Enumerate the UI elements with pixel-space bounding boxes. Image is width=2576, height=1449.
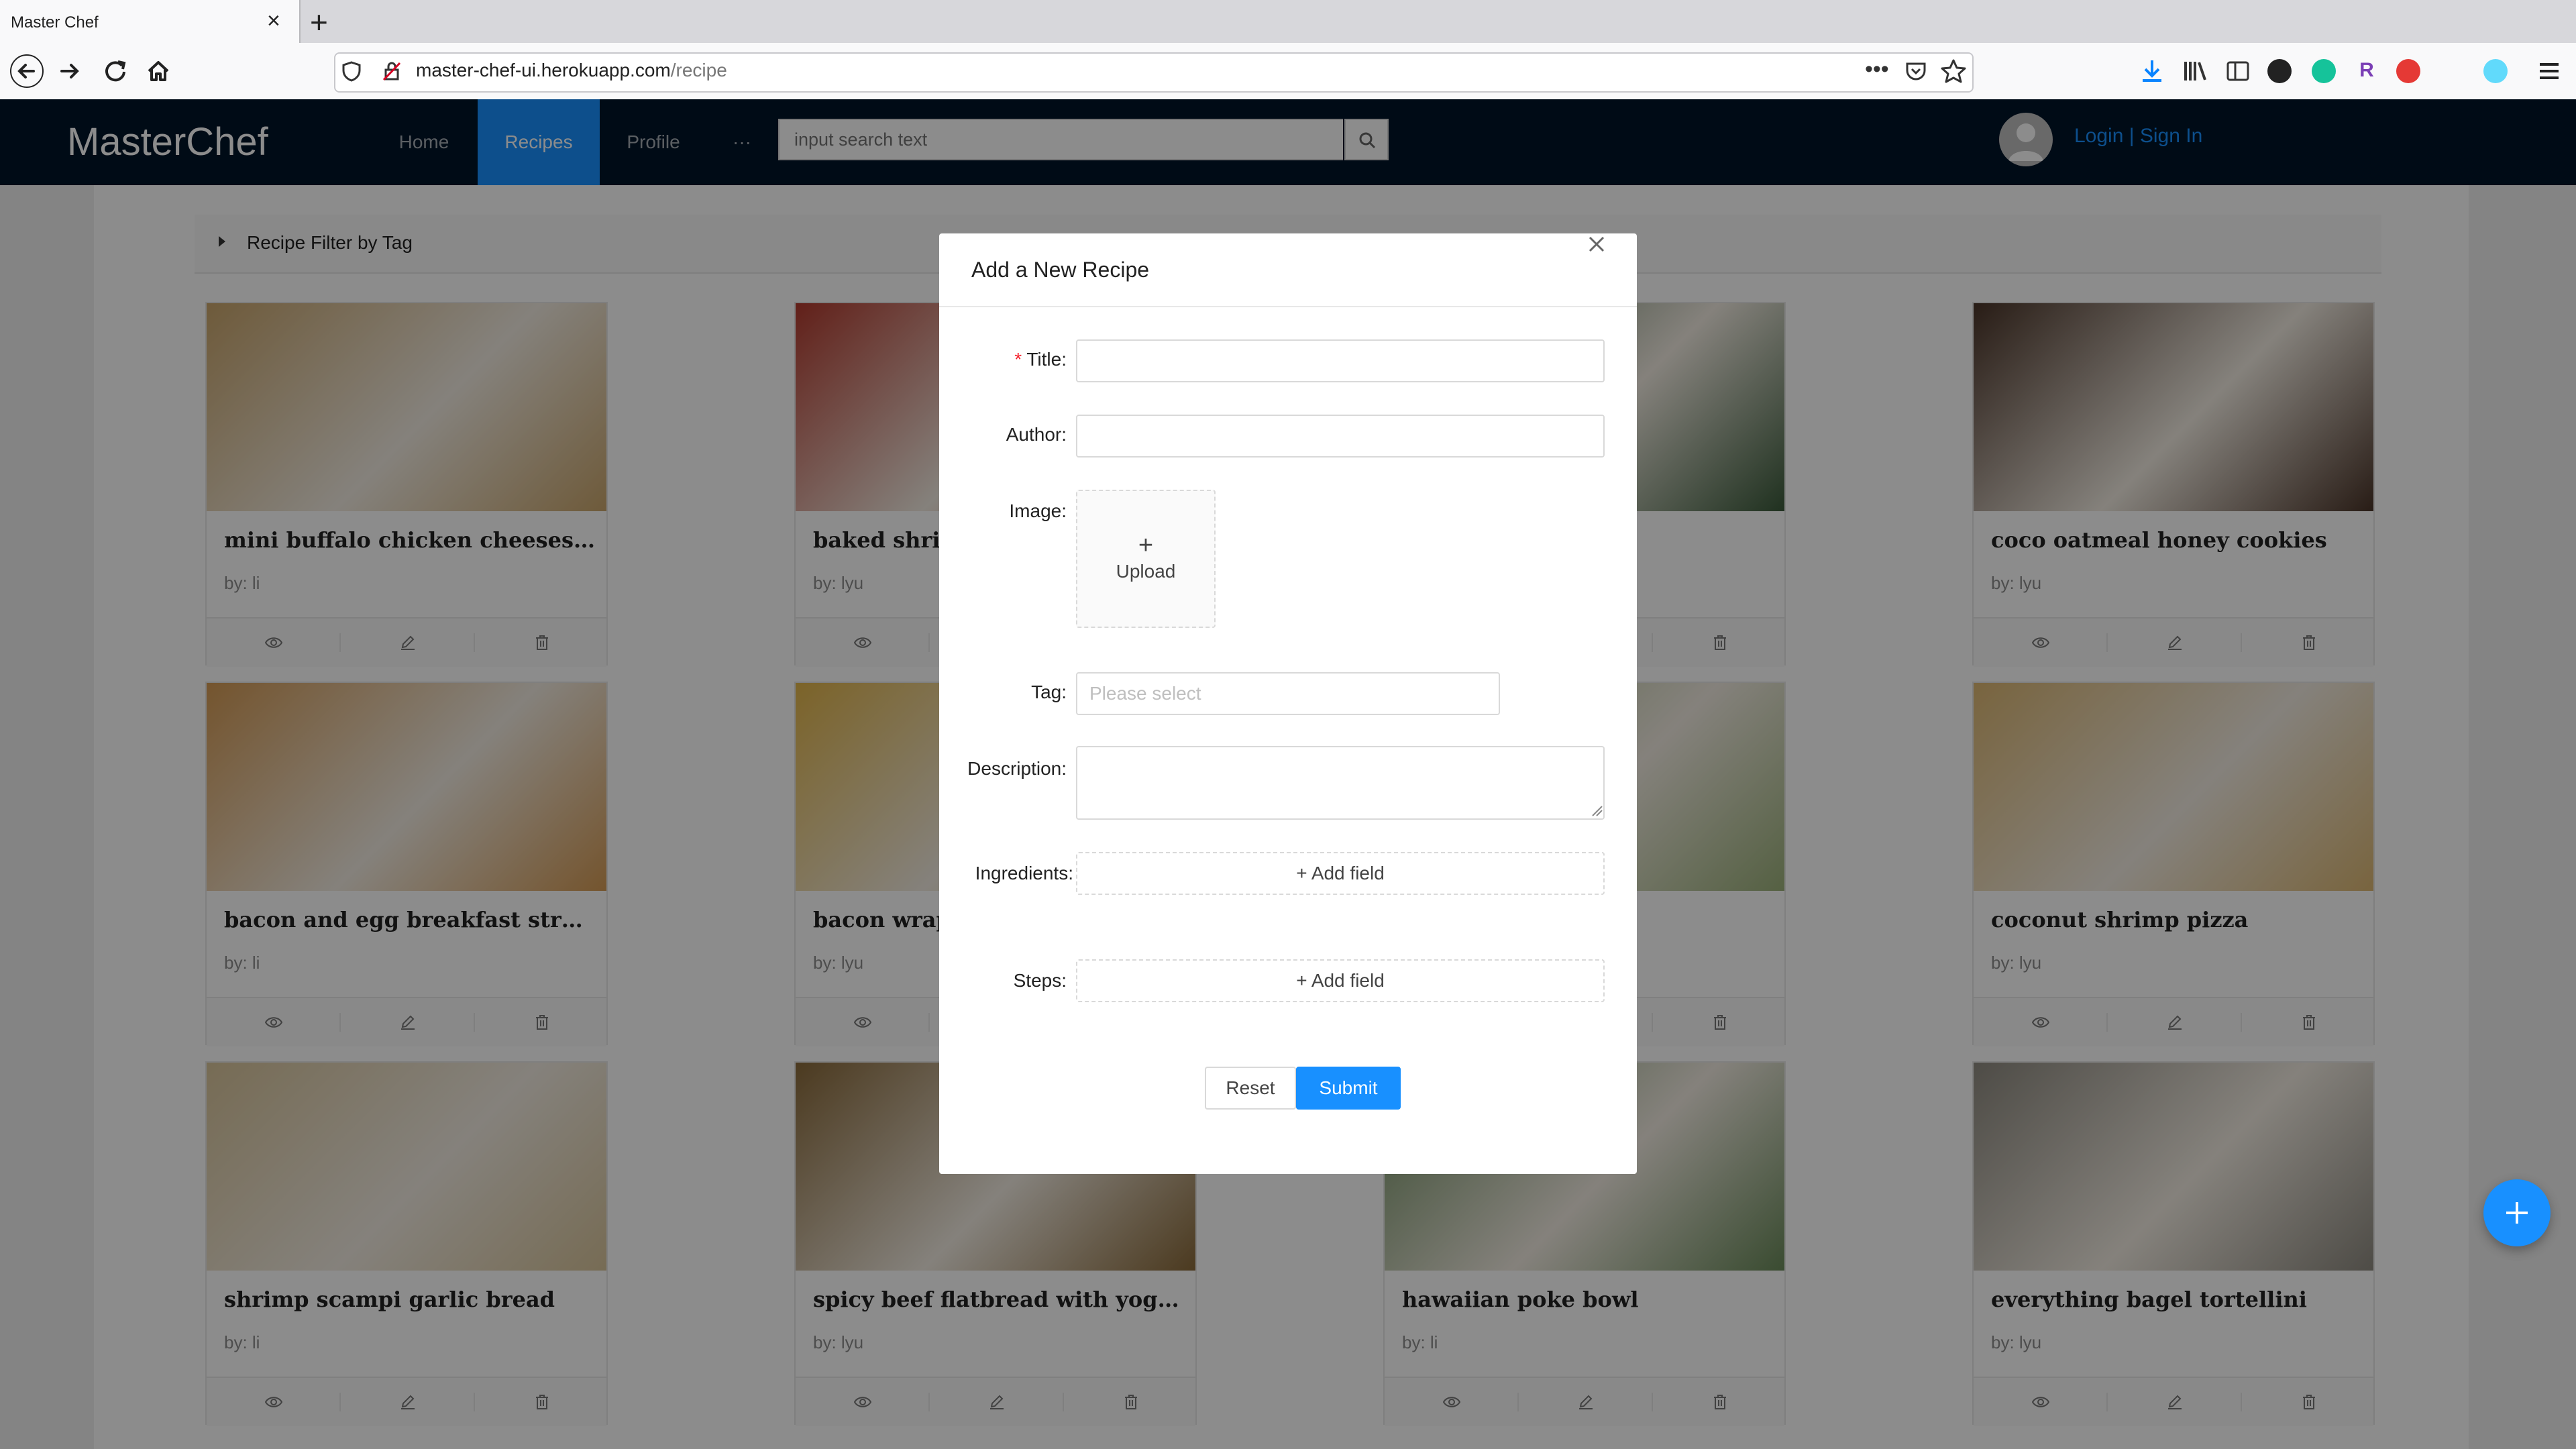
url-text[interactable]: master-chef-ui.herokuapp.com/recipe bbox=[416, 60, 727, 81]
image-label: Image: bbox=[1009, 500, 1067, 521]
plus-icon: + bbox=[1138, 531, 1154, 559]
add-step-button[interactable]: + Add field bbox=[1076, 959, 1605, 1002]
insecure-lock-icon[interactable] bbox=[381, 60, 402, 82]
account-icon[interactable] bbox=[2267, 59, 2292, 83]
ingredients-label: Ingredients: bbox=[975, 863, 1073, 883]
url-domain: master-chef-ui.herokuapp.com bbox=[416, 60, 671, 80]
resize-handle-icon[interactable] bbox=[1590, 804, 1603, 817]
title-input[interactable] bbox=[1076, 339, 1605, 382]
modal-header: Add a New Recipe bbox=[939, 233, 1637, 307]
add-recipe-fab[interactable] bbox=[2483, 1179, 2551, 1246]
reset-button[interactable]: Reset bbox=[1205, 1067, 1296, 1110]
react-devtools-icon[interactable] bbox=[2483, 59, 2508, 83]
plus-icon: + bbox=[1296, 863, 1311, 883]
back-arrow-icon[interactable] bbox=[9, 54, 44, 89]
forward-arrow-icon[interactable] bbox=[54, 54, 89, 89]
download-icon[interactable] bbox=[2140, 58, 2164, 85]
browser-tab[interactable]: Master Chef × bbox=[0, 0, 301, 43]
new-tab-icon[interactable]: + bbox=[310, 4, 328, 40]
sidebar-icon[interactable] bbox=[2226, 60, 2250, 82]
tag-label: Tag: bbox=[1031, 682, 1067, 702]
author-input[interactable] bbox=[1076, 415, 1605, 458]
library-icon[interactable] bbox=[2183, 59, 2210, 83]
tag-placeholder: Please select bbox=[1089, 683, 1201, 704]
bookmark-star-icon[interactable] bbox=[1940, 58, 1967, 85]
description-textarea[interactable] bbox=[1076, 746, 1605, 820]
tab-title: Master Chef bbox=[11, 13, 99, 32]
description-label: Description: bbox=[967, 758, 1067, 779]
steps-label: Steps: bbox=[1013, 970, 1067, 991]
extension-shield-icon[interactable] bbox=[2396, 59, 2420, 83]
url-path: /recipe bbox=[670, 60, 727, 80]
tab-close-icon[interactable]: × bbox=[267, 8, 280, 34]
extension-r-icon[interactable]: R bbox=[2355, 59, 2379, 83]
home-icon[interactable] bbox=[141, 54, 176, 89]
add-recipe-modal: Add a New Recipe * Title: Author: Image:… bbox=[939, 233, 1637, 1174]
plus-icon: + bbox=[1296, 970, 1311, 991]
author-label: Author: bbox=[1006, 424, 1067, 445]
modal-title: Add a New Recipe bbox=[971, 258, 1150, 282]
plus-icon bbox=[2506, 1202, 2528, 1224]
image-upload-button[interactable]: + Upload bbox=[1076, 490, 1216, 628]
grammarly-icon[interactable] bbox=[2312, 59, 2336, 83]
title-label: * Title: bbox=[1014, 349, 1067, 370]
submit-button[interactable]: Submit bbox=[1296, 1067, 1401, 1110]
pocket-icon[interactable] bbox=[1904, 59, 1928, 83]
shield-icon[interactable] bbox=[341, 60, 362, 82]
close-icon[interactable] bbox=[1583, 231, 1610, 258]
hamburger-menu-icon[interactable] bbox=[2537, 60, 2561, 82]
browser-tab-bar: Master Chef × + bbox=[0, 0, 2576, 43]
upload-label: Upload bbox=[1116, 561, 1176, 582]
reload-icon[interactable] bbox=[98, 54, 133, 89]
page-actions-icon[interactable]: ••• bbox=[1865, 56, 1889, 83]
add-ingredient-button[interactable]: + Add field bbox=[1076, 852, 1605, 895]
